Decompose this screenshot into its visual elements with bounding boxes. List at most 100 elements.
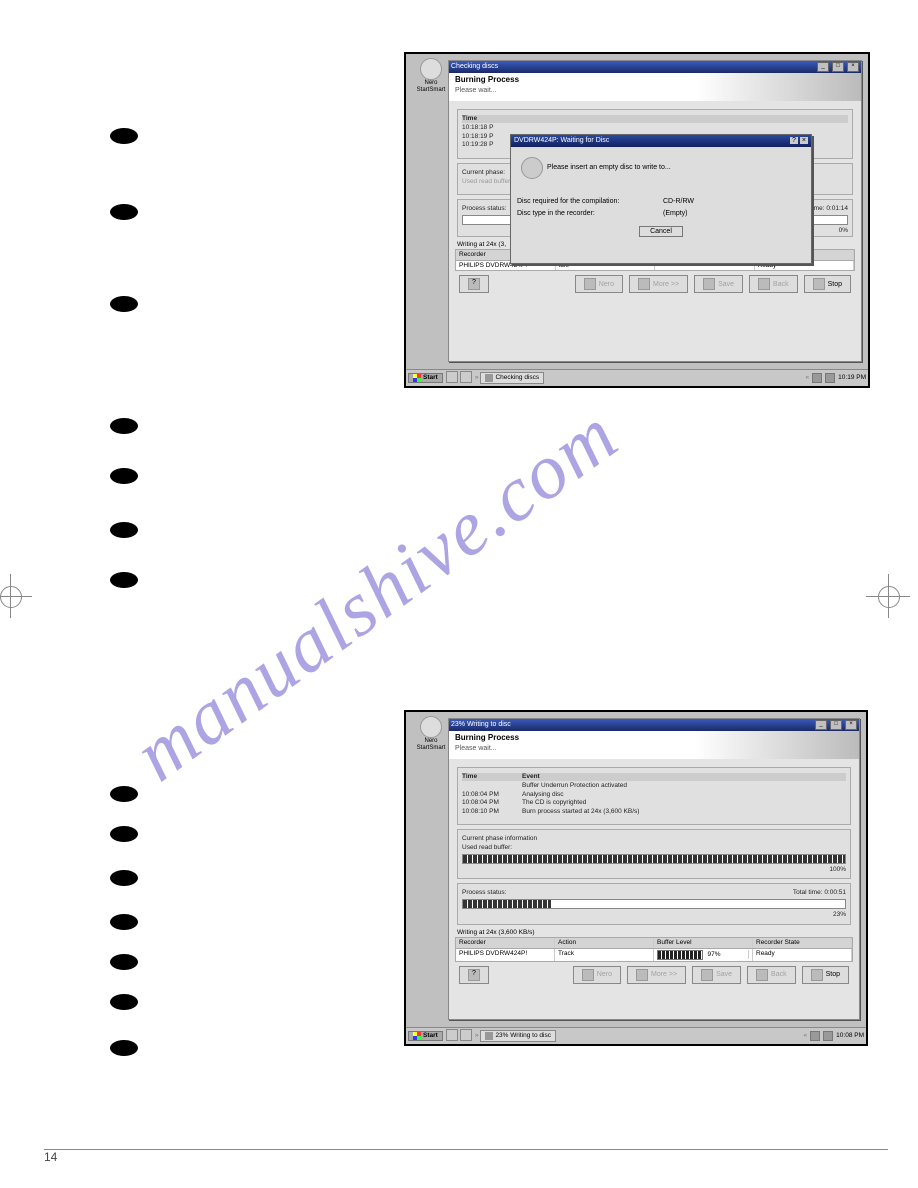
minimize-button[interactable]: _ [815, 720, 827, 730]
stop-icon [813, 278, 825, 290]
page: manualshive.com NeroStartSmart Checking … [0, 0, 918, 1188]
windows-flag-icon [413, 1032, 421, 1040]
window-title: Checking discs [451, 63, 498, 71]
button-row: ? Nero More >> Save Back Stop [455, 271, 855, 297]
maximize-button[interactable]: □ [832, 62, 844, 72]
window-controls: _ □ × [816, 62, 859, 72]
nero-icon [584, 278, 596, 290]
bullet [110, 572, 138, 588]
bullet [110, 786, 138, 802]
bullet [110, 914, 138, 930]
cancel-button[interactable]: Cancel [639, 226, 683, 237]
ql-icon[interactable] [446, 371, 458, 383]
process-pct: 23% [833, 911, 846, 919]
header-subtitle: Please wait... [449, 745, 859, 753]
bullet [110, 128, 138, 144]
window-controls: _ □ × [814, 720, 857, 730]
taskbar-task[interactable]: Checking discs [480, 372, 544, 384]
back-icon [756, 969, 768, 981]
quicklaunch [445, 371, 473, 386]
dialog-title: DVDRW424P: Waiting for Disc [514, 137, 609, 145]
writing-label: Writing at 24x (3, [457, 241, 506, 248]
recorder-header: RecorderActionBuffer LevelRecorder State [455, 937, 853, 949]
event-row: Buffer Underrun Protection activated [462, 782, 846, 790]
more-button: More >> [627, 966, 686, 984]
window-body: TimeEvent Buffer Underrun Protection act… [449, 759, 859, 992]
maximize-button[interactable]: □ [830, 720, 842, 730]
close-button[interactable]: × [847, 62, 859, 72]
dialog-close-icon[interactable]: × [800, 137, 808, 144]
ql-icon[interactable] [460, 1029, 472, 1041]
disc-type-value: (Empty) [663, 210, 688, 218]
disc-required-label: Disc required for the compilation: [517, 198, 657, 206]
status-panel: Process status: Total time: 0:00:51 23% [457, 883, 851, 925]
button-row: ? Nero More >> Save Back Stop [455, 962, 853, 988]
dialog-titlebar[interactable]: DVDRW424P: Waiting for Disc ?× [511, 135, 811, 147]
system-tray: « 10:19 PM [806, 373, 866, 383]
ql-icon[interactable] [460, 371, 472, 383]
event-row: 10:08:04 PMThe CD is copyrighted [462, 799, 846, 807]
phase-panel: Current phase information Used read buff… [457, 829, 851, 879]
recorder-table: RecorderActionBuffer LevelRecorder State… [455, 937, 853, 962]
tray-icon[interactable] [825, 373, 835, 383]
total-time-value: 0:00:51 [824, 889, 846, 896]
dialog-controls: ?× [788, 137, 808, 145]
bullet [110, 870, 138, 886]
page-number: 14 [44, 1150, 57, 1164]
minimize-button[interactable]: _ [817, 62, 829, 72]
bullet [110, 522, 138, 538]
save-icon [701, 969, 713, 981]
help-button[interactable]: ? [459, 275, 489, 293]
header-subtitle: Please wait... [449, 87, 861, 95]
nero-icon [420, 716, 442, 738]
event-row: 10:18:18 P [462, 124, 848, 132]
stop-button[interactable]: Stop [802, 966, 849, 984]
quicklaunch [445, 1029, 473, 1044]
writing-label: Writing at 24x (3,600 KB/s) [457, 929, 535, 936]
more-icon [636, 969, 648, 981]
icon-label: NeroStartSmart [410, 80, 452, 94]
taskbar-task[interactable]: 23% Writing to disc [480, 1030, 556, 1042]
events-panel: TimeEvent Buffer Underrun Protection act… [457, 767, 851, 825]
process-status-label: Process status: [462, 205, 506, 213]
progress-bar [462, 899, 846, 909]
task-icon [485, 1032, 493, 1040]
icon-label: NeroStartSmart [410, 738, 452, 752]
dialog-message: Please insert an empty disc to write to.… [547, 164, 671, 172]
tray-icon[interactable] [812, 373, 822, 383]
current-phase-label: Current phase information [462, 835, 537, 843]
dialog-help-icon[interactable]: ? [790, 137, 798, 144]
more-button: More >> [629, 275, 688, 293]
tray-icon[interactable] [823, 1031, 833, 1041]
desktop-icon-nero[interactable]: NeroStartSmart [410, 58, 452, 94]
back-button: Back [749, 275, 798, 293]
bullet [110, 994, 138, 1010]
titlebar[interactable]: 23% Writing to disc _ □ × [449, 719, 859, 731]
ql-icon[interactable] [446, 1029, 458, 1041]
window-writing-disc: 23% Writing to disc _ □ × Burning Proces… [448, 718, 860, 1020]
current-phase-label: Current phase: [462, 169, 505, 177]
events-header: Time [462, 115, 848, 123]
desktop-icon-nero[interactable]: NeroStartSmart [410, 716, 452, 752]
nero-icon [420, 58, 442, 80]
help-icon: ? [468, 278, 480, 290]
stop-button[interactable]: Stop [804, 275, 851, 293]
footer-rule [44, 1149, 888, 1150]
disc-required-value: CD-R/RW [663, 198, 694, 206]
tray-icon[interactable] [810, 1031, 820, 1041]
read-buffer-value: 100% [829, 866, 846, 874]
recorder-row: PHILIPS DVDRW424P!Track 97% Ready [455, 949, 853, 962]
titlebar[interactable]: Checking discs _ □ × [449, 61, 861, 73]
bullet [110, 418, 138, 434]
screenshot-checking-discs: NeroStartSmart Checking discs _ □ × Burn… [404, 52, 870, 388]
header-strip: Burning Process Please wait... [449, 73, 861, 101]
read-buffer-label: Used read buffer: [462, 178, 512, 186]
help-button[interactable]: ? [459, 966, 489, 984]
start-button[interactable]: Start [408, 1031, 443, 1041]
help-icon: ? [468, 969, 480, 981]
save-button: Save [694, 275, 743, 293]
close-button[interactable]: × [845, 720, 857, 730]
start-button[interactable]: Start [408, 373, 443, 383]
header-strip: Burning Process Please wait... [449, 731, 859, 759]
back-icon [758, 278, 770, 290]
